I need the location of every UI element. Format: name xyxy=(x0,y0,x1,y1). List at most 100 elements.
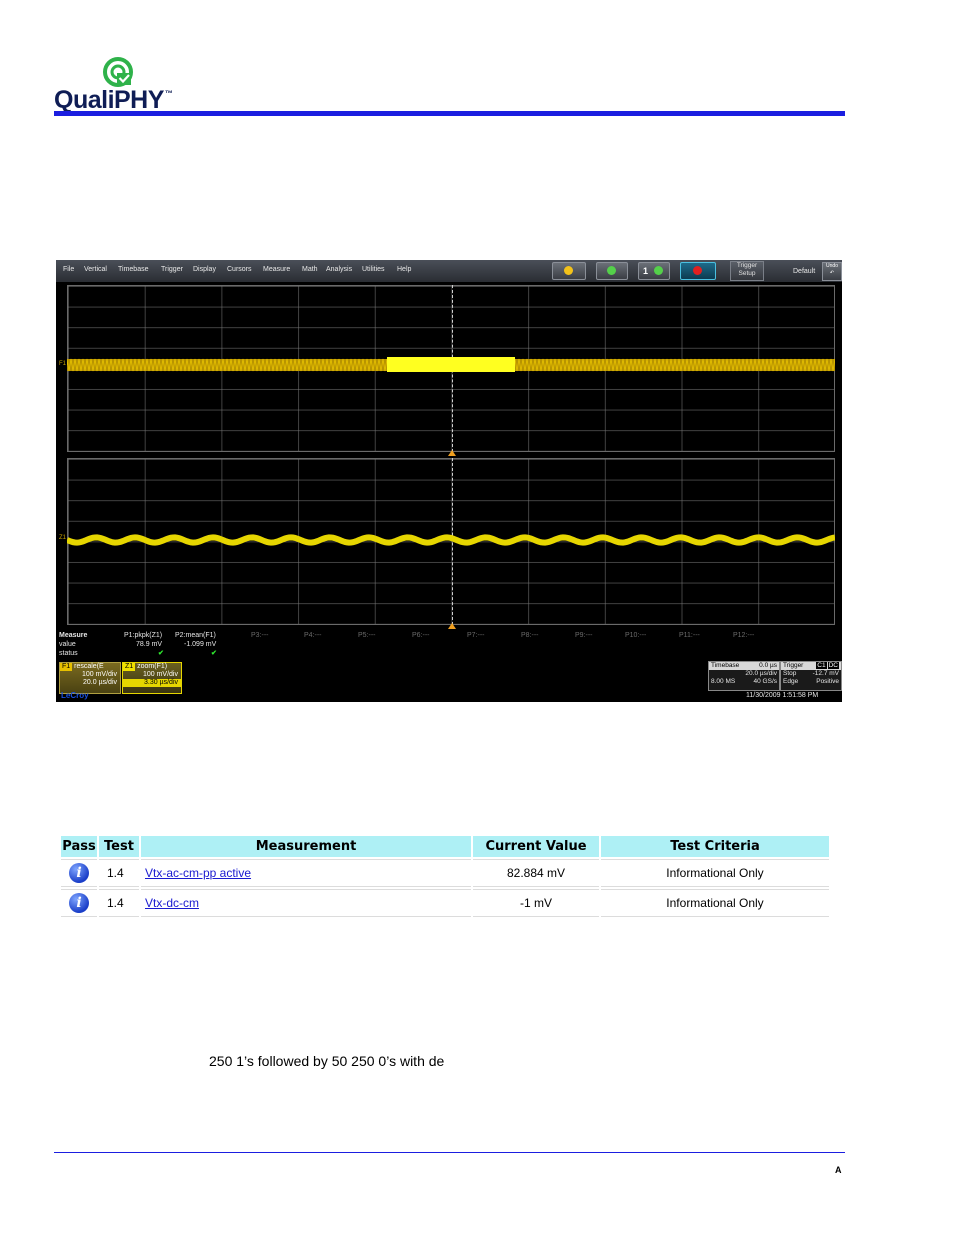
trigger-descriptor[interactable]: Trigger C1 DC Stop -12.7 mV Edge Positive xyxy=(780,661,842,691)
footer-letter: A xyxy=(835,1165,842,1175)
green-dot-icon xyxy=(607,266,616,275)
z1-descriptor[interactable]: Z1 zoom(F1) 100 mV/div 3.30 µs/div xyxy=(122,662,182,694)
f1-descriptor[interactable]: F1 rescale(E 100 mV/div 20.0 µs/div xyxy=(59,662,121,694)
results-header-row: Pass Test Measurement Current Value Test… xyxy=(61,836,829,857)
z1-time-per-div: 3.30 µs/div xyxy=(123,679,181,687)
pass-cell: i xyxy=(61,859,97,887)
logo-trademark: ™ xyxy=(164,89,173,98)
single-count-label: 1 xyxy=(643,266,649,276)
trigger-coupling: DC xyxy=(827,662,839,669)
auto-setup-button[interactable] xyxy=(552,262,586,280)
f1-volts-per-div: 100 mV/div xyxy=(81,671,117,678)
col-pass: Pass xyxy=(61,836,97,857)
current-value-cell: 82.884 mV xyxy=(473,859,599,887)
trigger-marker-bottom-icon xyxy=(448,623,456,629)
trigger-setup-button[interactable]: Trigger Setup xyxy=(730,261,764,281)
lecroy-brand: LeCroy xyxy=(61,691,89,700)
p5-name[interactable]: P5:--- xyxy=(358,632,376,639)
f1-badge: F1 xyxy=(60,663,73,671)
measurement-link[interactable]: Vtx-dc-cm xyxy=(145,896,199,910)
menu-timebase[interactable]: Timebase xyxy=(118,266,148,273)
measure-row-label: Measure xyxy=(59,632,88,639)
menu-help[interactable]: Help xyxy=(397,266,411,273)
info-icon: i xyxy=(69,893,89,913)
p4-name[interactable]: P4:--- xyxy=(304,632,322,639)
timebase-delay: 0.0 µs xyxy=(759,662,777,669)
trigger-setup-line2: Setup xyxy=(738,270,756,277)
trigger-mode: Stop xyxy=(783,670,797,677)
stop-button[interactable] xyxy=(680,262,716,280)
z1-badge: Z1 xyxy=(123,663,136,671)
default-setup-label[interactable]: Default xyxy=(793,268,815,275)
stop-icon xyxy=(693,266,702,275)
trigger-slope: Positive xyxy=(816,678,839,685)
scope-menu-bar: File Vertical Timebase Trigger Display C… xyxy=(56,260,842,282)
p2-status-check-icon: ✔ xyxy=(211,650,217,657)
col-measurement: Measurement xyxy=(141,836,471,857)
table-row: i 1.4 Vtx-dc-cm -1 mV Informational Only xyxy=(61,889,829,917)
timebase-descriptor[interactable]: Timebase 0.0 µs 20.0 µs/div 8.00 MS 40 GS/… xyxy=(708,661,780,691)
p11-name[interactable]: P11:--- xyxy=(679,632,700,639)
measurement-panel: Measure value status P1:pkpk(Z1) 78.9 mV… xyxy=(56,630,842,660)
test-cell: 1.4 xyxy=(99,859,139,887)
menu-trigger[interactable]: Trigger xyxy=(161,266,183,273)
menu-utilities[interactable]: Utilities xyxy=(362,266,385,273)
normal-trigger-button[interactable] xyxy=(596,262,628,280)
trigger-setup-line1: Trigger xyxy=(736,262,758,269)
f1-time-per-div: 20.0 µs/div xyxy=(83,679,117,686)
p9-name[interactable]: P9:--- xyxy=(575,632,593,639)
menu-vertical[interactable]: Vertical xyxy=(84,266,107,273)
p8-name[interactable]: P8:--- xyxy=(521,632,539,639)
footer-divider xyxy=(54,1152,845,1153)
col-test-criteria: Test Criteria xyxy=(601,836,829,857)
criteria-cell: Informational Only xyxy=(601,889,829,917)
menu-display[interactable]: Display xyxy=(193,266,216,273)
trigger-type: Edge xyxy=(783,678,799,685)
value-row-label: value xyxy=(59,641,76,648)
menu-analysis[interactable]: Analysis xyxy=(326,266,352,273)
status-row-label: status xyxy=(59,650,78,657)
p6-name[interactable]: P6:--- xyxy=(412,632,430,639)
info-icon: i xyxy=(69,863,89,883)
menu-measure[interactable]: Measure xyxy=(263,266,290,273)
trigger-label: Trigger xyxy=(783,662,804,669)
p1-name[interactable]: P1:pkpk(Z1) xyxy=(124,632,162,639)
measurement-cell: Vtx-ac-cm-pp active xyxy=(141,859,471,887)
p3-name[interactable]: P3:--- xyxy=(251,632,269,639)
body-text: 250 1’s followed by 50 250 0’s with de xyxy=(209,1053,445,1069)
p7-name[interactable]: P7:--- xyxy=(467,632,485,639)
p2-name[interactable]: P2:mean(F1) xyxy=(175,632,216,639)
p2-value: -1.099 mV xyxy=(184,641,217,648)
results-table: Pass Test Measurement Current Value Test… xyxy=(59,834,831,919)
auto-icon xyxy=(564,266,573,275)
z1-function-name: zoom(F1) xyxy=(137,663,168,670)
measurement-link[interactable]: Vtx-ac-cm-pp active xyxy=(145,866,251,880)
undo-label: Undo xyxy=(826,263,838,269)
trigger-marker-top-icon xyxy=(448,450,456,456)
col-current-value: Current Value xyxy=(473,836,599,857)
menu-cursors[interactable]: Cursors xyxy=(227,266,252,273)
criteria-cell: Informational Only xyxy=(601,859,829,887)
col-test: Test xyxy=(99,836,139,857)
timebase-label: Timebase xyxy=(711,662,740,669)
timebase-sample-rate: 40 GS/s xyxy=(753,678,777,685)
table-row: i 1.4 Vtx-ac-cm-pp active 82.884 mV Info… xyxy=(61,859,829,887)
timebase-samples: 8.00 MS xyxy=(711,678,736,685)
test-cell: 1.4 xyxy=(99,889,139,917)
undo-button[interactable]: Undo ↶ xyxy=(822,262,842,281)
trigger-level: -12.7 mV xyxy=(812,670,839,677)
oscilloscope-screenshot: File Vertical Timebase Trigger Display C… xyxy=(56,260,842,702)
z1-trace xyxy=(67,534,835,546)
p12-name[interactable]: P12:--- xyxy=(733,632,754,639)
header-divider xyxy=(54,111,845,116)
single-trigger-button[interactable]: 1 xyxy=(638,262,670,280)
p1-value: 78.9 mV xyxy=(136,641,163,648)
trace-label-f1: F1 xyxy=(59,361,67,367)
trigger-channel: C1 xyxy=(816,662,827,669)
menu-math[interactable]: Math xyxy=(302,266,318,273)
qualiphy-logo-icon xyxy=(103,57,133,87)
menu-file[interactable]: File xyxy=(63,266,74,273)
measurement-cell: Vtx-dc-cm xyxy=(141,889,471,917)
f1-function-name: rescale(E xyxy=(74,663,104,670)
p10-name[interactable]: P10:--- xyxy=(625,632,646,639)
